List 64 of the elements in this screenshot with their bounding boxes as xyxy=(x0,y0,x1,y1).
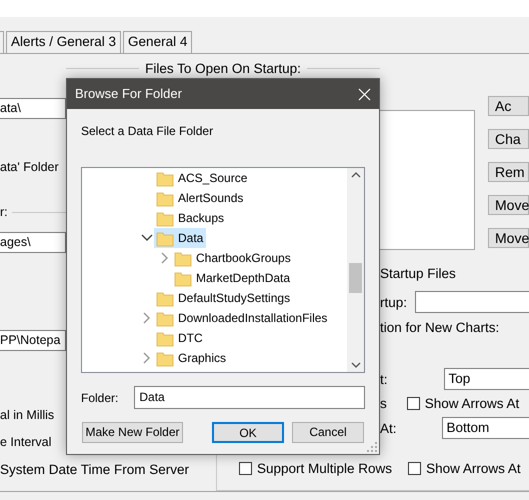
tree-item[interactable]: ACS_Source xyxy=(154,168,250,188)
file-button[interactable]: Ac xyxy=(488,96,529,116)
checkbox-label: Show Arrows At xyxy=(426,460,521,477)
field-label: System Date Time From Server xyxy=(0,461,190,479)
tree-item[interactable]: DTC xyxy=(154,328,206,348)
folder-tree[interactable]: ACS_Source AlertSounds Backups Data ChartbookGroups MarketDepthData DefaultStudySettings DownloadedInstallationFiles DTC Graphics xyxy=(81,167,365,373)
field-label: At: xyxy=(380,420,397,436)
file-button[interactable]: Cha xyxy=(488,129,529,149)
folder-icon xyxy=(156,230,174,246)
field-label: ata' Folder xyxy=(0,159,60,176)
file-list[interactable] xyxy=(380,110,475,250)
file-button[interactable]: Move xyxy=(488,195,529,215)
field-label: t: xyxy=(380,370,388,388)
dropdown[interactable]: Bottom xyxy=(442,417,529,439)
scrollbar[interactable] xyxy=(347,168,364,372)
group-title: r: xyxy=(0,204,8,221)
checkbox-label: Support Multiple Rows xyxy=(257,460,392,477)
resize-grip-icon xyxy=(367,442,377,452)
field-label: s xyxy=(380,395,387,412)
field-label: e Interval xyxy=(0,434,52,451)
text-field[interactable]: ages\ xyxy=(0,232,66,253)
folder-icon xyxy=(156,350,174,366)
scroll-thumb[interactable] xyxy=(349,263,362,293)
tree-item[interactable]: Graphics xyxy=(154,348,230,368)
checkbox[interactable] xyxy=(239,462,252,475)
scroll-down-icon xyxy=(350,361,360,369)
field-label: Folder: xyxy=(81,390,118,406)
text-field[interactable] xyxy=(415,291,529,313)
tree-item[interactable]: Data xyxy=(154,228,206,248)
text-field[interactable]: ata\ xyxy=(0,98,66,119)
tab[interactable]: General 4 xyxy=(123,31,192,53)
tree-item[interactable]: MarketDepthData xyxy=(172,268,294,288)
folder-icon xyxy=(174,270,192,286)
field-label: rtup: xyxy=(380,294,408,310)
text-field[interactable]: PP\Notepa xyxy=(0,330,66,351)
dialog-button[interactable]: OK xyxy=(212,422,284,443)
tree-item[interactable]: DefaultStudySettings xyxy=(154,288,294,308)
scroll-up-icon xyxy=(350,171,360,179)
file-button[interactable]: Rem xyxy=(488,162,529,182)
field-label: Startup Files xyxy=(380,265,456,282)
close-icon[interactable] xyxy=(358,88,371,100)
checkbox[interactable] xyxy=(406,397,420,410)
tree-item[interactable]: AlertSounds xyxy=(154,188,246,208)
folder-icon xyxy=(156,170,174,186)
folder-icon xyxy=(156,290,174,306)
tree-item[interactable]: DownloadedInstallationFiles xyxy=(154,308,330,328)
folder-field[interactable]: Data xyxy=(134,386,365,409)
field-label: tion for New Charts: xyxy=(380,319,500,336)
dialog-button[interactable]: Make New Folder xyxy=(82,422,183,443)
field-label: al in Millis xyxy=(0,407,56,424)
dropdown[interactable]: Top xyxy=(444,368,529,390)
folder-icon xyxy=(156,190,174,206)
prompt-text: Select a Data File Folder xyxy=(81,123,214,140)
folder-icon xyxy=(156,330,174,346)
tab[interactable]: Alerts / General 3 xyxy=(6,31,122,53)
folder-icon xyxy=(156,310,174,326)
group-title: Files To Open On Startup: xyxy=(145,60,301,77)
checkbox[interactable] xyxy=(408,462,422,475)
window-title: Browse For Folder xyxy=(75,85,182,104)
dialog-button[interactable]: Cancel xyxy=(292,422,364,443)
tree-item[interactable]: Backups xyxy=(154,208,228,228)
tree-item[interactable]: ChartbookGroups xyxy=(172,248,294,268)
file-button[interactable]: Move xyxy=(488,228,529,248)
checkbox-label: Show Arrows At xyxy=(424,395,520,412)
